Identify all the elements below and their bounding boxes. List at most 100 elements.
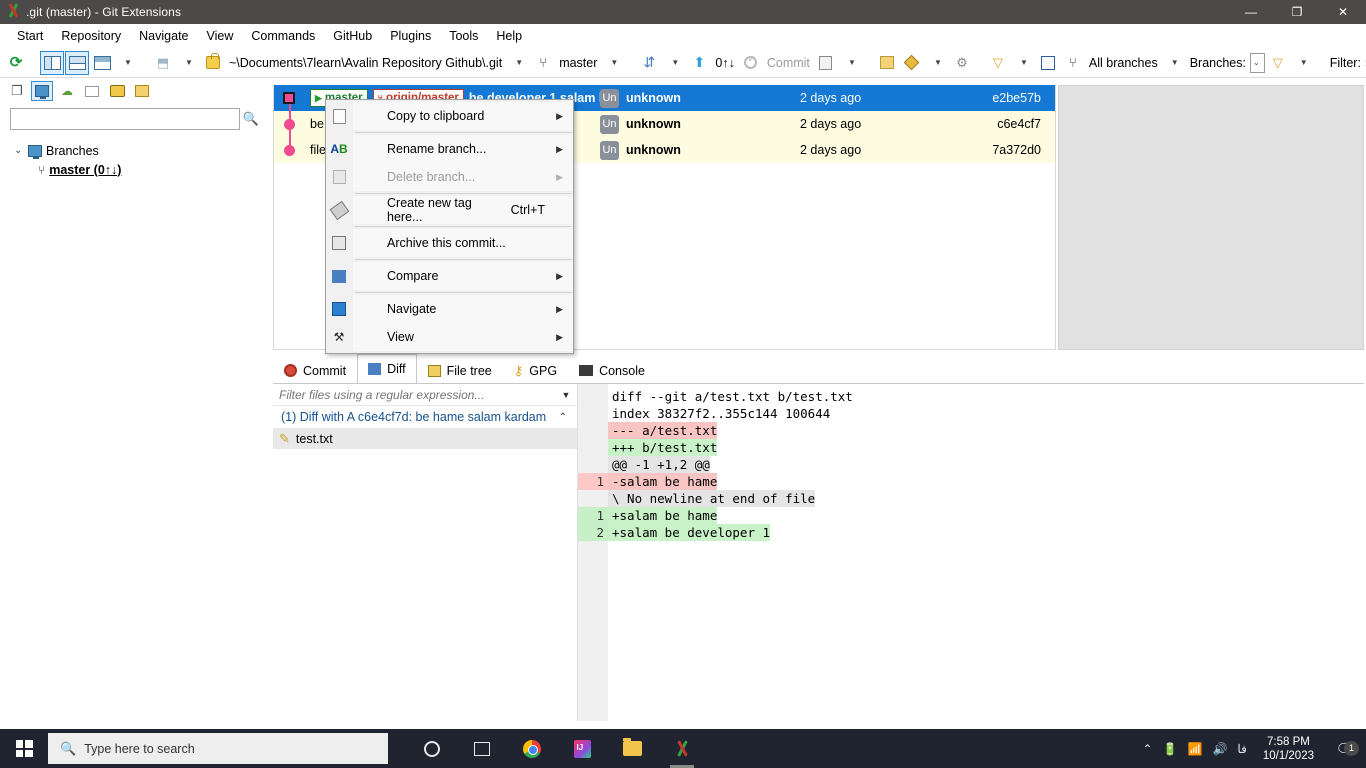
branch-dropdown-caret[interactable]: ▼ [601,51,625,75]
search-input[interactable] [10,108,240,130]
menu-start[interactable]: Start [8,26,52,46]
commit-button-label[interactable]: Commit [764,56,813,70]
menu-navigate[interactable]: Navigate [130,26,197,46]
diff-line-text: +salam be hame [608,507,718,524]
cortana-icon[interactable] [408,729,456,768]
menu-tools[interactable]: Tools [440,26,487,46]
menu-item-navigate[interactable]: Navigate ▶ [332,295,573,323]
settings-dropdown-caret[interactable]: ▼ [925,51,949,75]
branches-combobox[interactable]: ⌄ [1249,52,1265,73]
tree-label-branches: Branches [46,143,99,158]
tab-console[interactable]: Console [568,357,656,383]
menu-separator [355,292,571,293]
push-icon[interactable]: ⬆ [687,51,711,75]
menu-plugins[interactable]: Plugins [381,26,440,46]
tags-icon[interactable] [81,81,103,101]
context-menu[interactable]: Copy to clipboard ▶ AB Rename branch... … [325,99,574,354]
list-item[interactable]: ✎ test.txt [273,428,577,449]
menu-commands[interactable]: Commands [242,26,324,46]
task-view-icon[interactable] [458,729,506,768]
menu-item-rename-branch[interactable]: AB Rename branch... ▶ [330,135,573,163]
file-explorer-icon[interactable] [608,729,656,768]
all-branches-label[interactable]: All branches [1086,56,1161,70]
panel-split-icon[interactable] [90,51,114,75]
current-branch-label[interactable]: master [556,56,600,70]
windows-logo-icon [15,740,33,757]
minimize-button[interactable]: — [1228,0,1274,24]
battery-icon[interactable]: 🔋 [1163,742,1178,756]
chevron-down-icon[interactable]: ▼ [555,390,577,400]
sidebar-item-master[interactable]: ⑂ master (0↑↓) [0,160,270,179]
pull-dropdown-caret[interactable]: ▼ [662,51,686,75]
close-button[interactable]: ✕ [1320,0,1366,24]
file-filter-input[interactable] [273,386,555,403]
pull-icon[interactable]: ⇵ [637,51,661,75]
panel-vertical-icon[interactable] [40,50,64,75]
tab-commit[interactable]: Commit [273,357,357,383]
tree-node-branches[interactable]: ⌄ Branches [0,141,270,160]
repository-lock-icon[interactable] [201,51,225,75]
menu-item-archive-commit[interactable]: Archive this commit... [332,229,573,257]
menu-item-create-new-tag[interactable]: Create new tag here... Ctrl+T [329,196,573,224]
notification-center-button[interactable]: 🗨 1 [1330,740,1360,758]
stash-chest-icon[interactable] [106,81,128,101]
taskbar-search[interactable]: 🔍 Type here to search [48,733,388,764]
author-name: unknown [626,91,681,105]
language-indicator[interactable]: فا [1237,742,1246,756]
commit-graph-cell [274,137,308,163]
wifi-icon[interactable]: 📶 [1188,742,1203,756]
branch-filter-funnel-icon[interactable]: ▽ [1266,51,1290,75]
taskbar-clock[interactable]: 7:58 PM 10/1/2023 [1257,735,1320,763]
fetch-dropdown-caret[interactable]: ▼ [176,51,200,75]
tab-diff[interactable]: Diff [357,354,417,383]
git-extensions-icon[interactable] [658,729,706,768]
branch-filter-caret[interactable]: ▼ [1291,51,1315,75]
menu-item-copy-to-clipboard[interactable]: Copy to clipboard ▶ [330,102,573,130]
menu-help[interactable]: Help [487,26,531,46]
tag-add-icon [329,200,349,220]
repository-path-caret[interactable]: ▼ [506,51,530,75]
clipboard-icon[interactable] [875,51,899,75]
diff-line: diff --git a/test.txt b/test.txt [578,388,1364,405]
chrome-icon[interactable] [508,729,556,768]
settings-diamond-icon[interactable] [900,51,924,75]
repository-path[interactable]: ~\Documents\7learn\Avalin Repository Git… [226,56,505,70]
menu-item-view[interactable]: ⚒ View ▶ [334,323,573,351]
maximize-button[interactable]: ❐ [1274,0,1320,24]
menu-github[interactable]: GitHub [324,26,381,46]
submodules-icon[interactable] [131,81,153,101]
all-branches-caret[interactable]: ▼ [1162,51,1186,75]
tab-gpg[interactable]: ⚷ GPG [503,357,568,383]
diff-line-text: +++ b/test.txt [608,439,718,456]
menu-view[interactable]: View [198,26,243,46]
tab-file-tree[interactable]: File tree [417,357,503,383]
magnifier-icon[interactable]: 🔍 [240,111,262,127]
chevron-up-icon[interactable]: ⌃ [559,412,577,423]
layout-dropdown-caret[interactable]: ▼ [115,51,139,75]
panel-horizontal-icon[interactable] [65,50,89,75]
diff-text-view[interactable]: diff --git a/test.txt b/test.txt index 3… [578,384,1364,721]
filter-funnel-icon[interactable]: ▽ [986,51,1010,75]
intellij-idea-icon[interactable] [558,729,606,768]
stash-icon[interactable] [814,51,838,75]
commit-date: 2 days ago [800,117,862,131]
filetree-icon [427,364,441,377]
fetch-icon[interactable]: ⬒ [151,51,175,75]
diff-with-header[interactable]: (1) Diff with A c6e4cf7d: be hame salam … [273,406,577,428]
avatar: Un [600,114,619,134]
gear-icon[interactable]: ⚙ [950,51,974,75]
chevron-down-icon[interactable]: ⌄ [14,145,24,156]
filter-funnel-caret[interactable]: ▼ [1011,51,1035,75]
menu-repository[interactable]: Repository [52,26,130,46]
menu-item-compare[interactable]: Compare ▶ [332,262,573,290]
refresh-icon[interactable]: ⟳ [4,51,28,75]
book-icon[interactable] [1036,51,1060,75]
monitor-icon[interactable] [31,81,53,101]
commit-graph-cell [274,85,308,111]
repositories-icon[interactable]: ❐ [6,81,28,101]
chevron-up-icon[interactable]: ⌃ [1143,742,1153,756]
volume-icon[interactable]: 🔊 [1212,742,1227,756]
remotes-icon[interactable]: ☁ [56,81,78,101]
stash-dropdown-caret[interactable]: ▼ [839,51,863,75]
start-button[interactable] [0,729,48,768]
